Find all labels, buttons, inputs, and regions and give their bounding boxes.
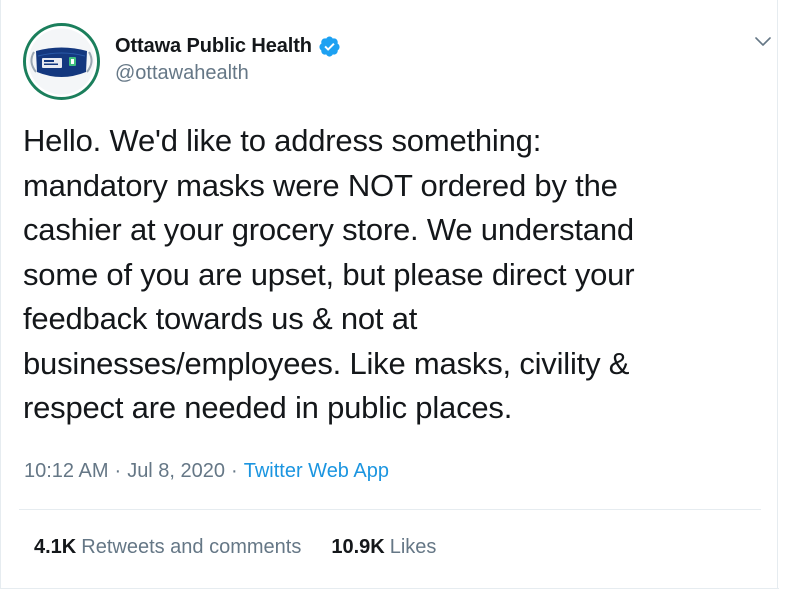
tweet-time[interactable]: 10:12 AM [24,460,109,483]
author-name-row: Ottawa Public Health [115,33,341,59]
divider [19,509,761,510]
tweet-meta: 10:12 AM · Jul 8, 2020 · Twitter Web App [24,460,389,483]
meta-separator: · [231,460,238,482]
tweet-source-link[interactable]: Twitter Web App [244,460,389,483]
verified-badge-icon [318,35,341,58]
meta-separator: · [114,460,122,482]
tweet-text: Hello. We'd like to address something: m… [23,123,635,425]
author-display-name[interactable]: Ottawa Public Health [115,35,312,58]
mask-avatar-icon [22,22,101,101]
tweet-date[interactable]: Jul 8, 2020 [127,460,225,483]
tweet-stats: 4.1K Retweets and comments 10.9K Likes [34,536,436,559]
likes-label: Likes [389,536,437,558]
retweets-label: Retweets and comments [81,536,302,558]
likes-count: 10.9K [331,536,385,558]
retweets-count: 4.1K [34,536,77,558]
tweet-card: Ottawa Public Health @ottawahealth Hello… [0,0,779,589]
author-handle[interactable]: @ottawahealth [115,62,341,85]
avatar[interactable] [22,22,101,101]
likes-stat[interactable]: 10.9K Likes [331,536,436,559]
retweets-stat[interactable]: 4.1K Retweets and comments [34,536,301,559]
chevron-down-icon[interactable] [752,30,774,52]
tweet-author: Ottawa Public Health @ottawahealth [115,33,341,85]
